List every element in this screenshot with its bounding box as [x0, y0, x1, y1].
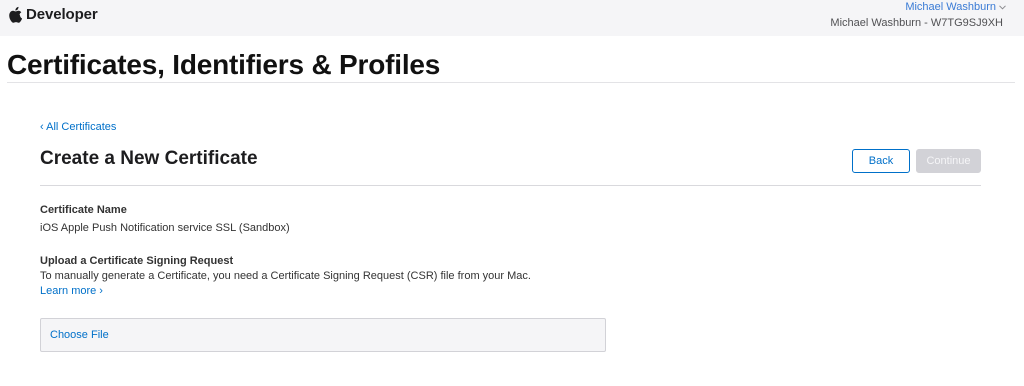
- page-title: Certificates, Identifiers & Profiles: [7, 49, 441, 80]
- back-button[interactable]: Back: [852, 149, 910, 173]
- breadcrumb-all-certificates[interactable]: ‹ All Certificates: [40, 121, 116, 133]
- brand-label: Developer: [26, 6, 98, 23]
- section-title: Create a New Certificate: [40, 148, 258, 169]
- choose-file-button[interactable]: Choose File: [50, 329, 109, 341]
- top-bar: Developer Michael Washburn Michael Washb…: [0, 0, 1024, 36]
- upload-csr-label: Upload a Certificate Signing Request: [40, 255, 234, 267]
- continue-button[interactable]: Continue: [916, 149, 981, 173]
- upload-csr-description: To manually generate a Certificate, you …: [40, 270, 531, 282]
- file-upload-field[interactable]: Choose File: [40, 318, 606, 352]
- account-menu[interactable]: Michael Washburn: [905, 1, 1006, 13]
- learn-more-link[interactable]: Learn more ›: [40, 285, 103, 297]
- certificate-name-value: iOS Apple Push Notification service SSL …: [40, 222, 290, 234]
- team-identifier: Michael Washburn - W7TG9SJ9XH: [830, 17, 1003, 29]
- developer-brand[interactable]: Developer: [8, 6, 98, 23]
- title-divider: [7, 82, 1015, 83]
- certificate-name-label: Certificate Name: [40, 204, 127, 216]
- apple-logo-icon: [9, 6, 22, 23]
- content-divider: [40, 185, 981, 186]
- account-name-label: Michael Washburn: [905, 1, 996, 13]
- chevron-down-icon: [999, 4, 1006, 10]
